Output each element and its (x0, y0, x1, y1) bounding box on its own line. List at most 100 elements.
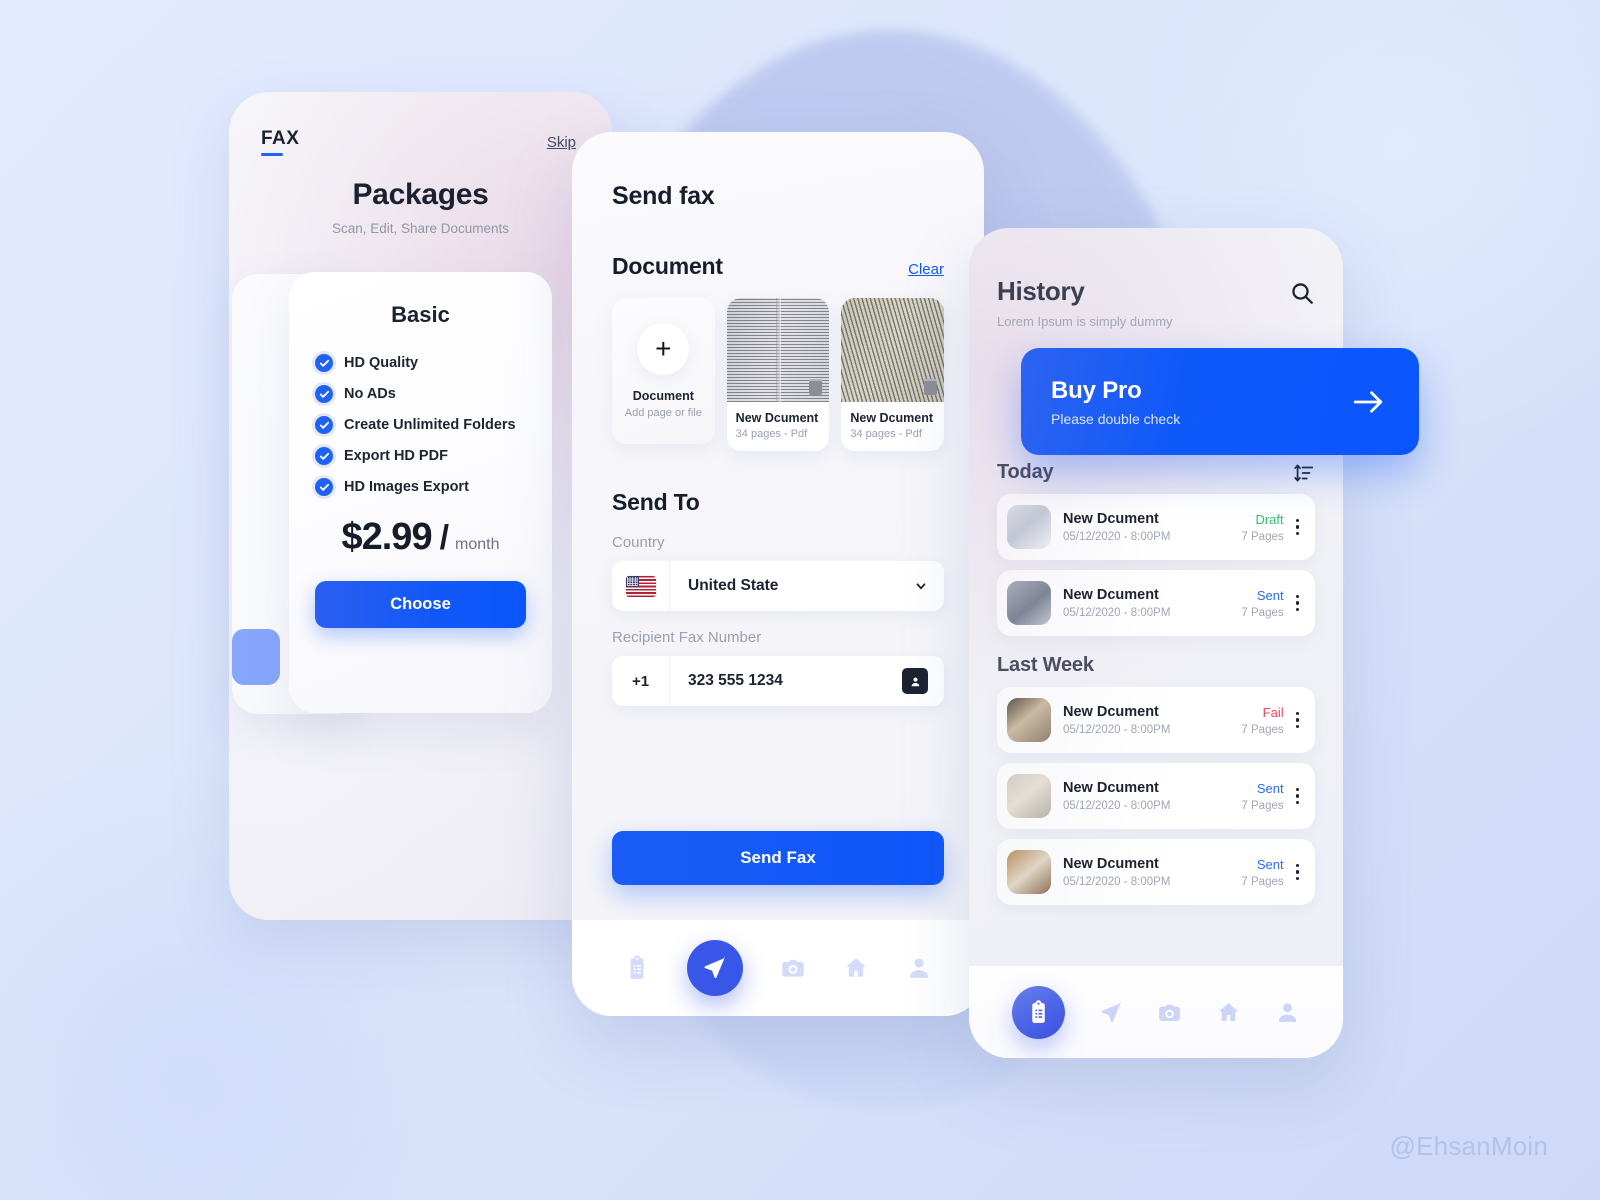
history-row[interactable]: New Dcument 05/12/2020 - 8:00PM Draft 7 … (997, 494, 1315, 560)
plan-feature-label: HD Images Export (344, 479, 469, 495)
contacts-button[interactable] (902, 656, 944, 706)
delete-badge-icon (924, 379, 938, 395)
history-row-status-block: Sent 7 Pages (1241, 588, 1283, 619)
history-row-text: New Dcument 05/12/2020 - 8:00PM (1063, 704, 1241, 736)
app-logo-underline (261, 153, 283, 156)
home-icon[interactable] (843, 955, 869, 981)
watermark: @EhsanMoin (1389, 1131, 1548, 1161)
status-badge: Sent (1256, 780, 1284, 796)
more-options-icon[interactable] (1292, 860, 1303, 884)
plan-name: Basic (391, 302, 450, 327)
document-thumbnail-icon (1007, 505, 1051, 549)
history-row[interactable]: New Dcument 05/12/2020 - 8:00PM Fail 7 P… (997, 687, 1315, 753)
history-row-status-block: Fail 7 Pages (1241, 705, 1283, 736)
add-document-tile[interactable]: + Document Add page or file (612, 298, 715, 444)
us-flag-icon (612, 561, 670, 611)
buy-pro-banner[interactable]: Buy Pro Please double check (1021, 348, 1419, 455)
history-row-date: 05/12/2020 - 8:00PM (1063, 531, 1171, 543)
history-row[interactable]: New Dcument 05/12/2020 - 8:00PM Sent 7 P… (997, 839, 1315, 905)
document-thumbnail-icon (1007, 850, 1051, 894)
send-paper-plane-icon[interactable] (687, 940, 744, 996)
plan-price-amount: $2.99 (341, 516, 432, 558)
plan-feature-row: No ADs (315, 385, 526, 403)
person-icon[interactable] (1275, 1000, 1300, 1025)
history-row-status-block: Sent 7 Pages (1241, 781, 1283, 812)
more-options-icon[interactable] (1292, 591, 1303, 615)
send-paper-plane-icon[interactable] (1099, 1000, 1124, 1025)
plan-price-slash: / (439, 519, 450, 557)
more-options-icon[interactable] (1292, 515, 1303, 539)
plan-feature-row: Export HD PDF (315, 447, 526, 465)
more-options-icon[interactable] (1292, 708, 1303, 732)
document-pages: 34 pages - Pdf (735, 428, 808, 440)
check-circle-icon (315, 478, 333, 496)
buy-pro-text: Buy Pro Please double check (1051, 377, 1180, 427)
history-title: History (997, 276, 1085, 306)
send-fax-button[interactable]: Send Fax (612, 831, 944, 885)
dial-code-label: +1 (612, 656, 670, 706)
page-title: Packages (352, 178, 489, 211)
clipboard-list-icon[interactable] (624, 955, 650, 981)
sort-icon[interactable] (1293, 462, 1315, 484)
plus-icon: + (637, 323, 690, 375)
camera-icon[interactable] (1157, 1000, 1182, 1025)
document-pages: 34 pages - Pdf (850, 428, 922, 440)
fax-number-input[interactable] (688, 672, 884, 690)
home-icon[interactable] (1216, 1000, 1241, 1025)
history-row[interactable]: New Dcument 05/12/2020 - 8:00PM Sent 7 P… (997, 570, 1315, 636)
status-badge: Sent (1256, 587, 1284, 603)
history-group-header-last-week: Last Week (997, 654, 1315, 677)
camera-icon[interactable] (780, 955, 806, 981)
search-icon[interactable] (1289, 280, 1315, 306)
document-thumbnail-icon (1007, 698, 1051, 742)
document-name: New Dcument (735, 411, 819, 425)
status-badge: Draft (1255, 511, 1284, 527)
plan-feature-label: Export HD PDF (344, 448, 448, 464)
fax-number-field[interactable]: +1 (612, 656, 944, 706)
history-row-name: New Dcument (1063, 704, 1159, 720)
add-document-title: Document (632, 389, 694, 403)
plan-card-previous-button[interactable] (232, 629, 280, 685)
send-fax-title: Send fax (612, 182, 715, 210)
document-thumbnail-image (726, 298, 830, 402)
country-select-value: United State (688, 577, 779, 594)
arrow-right-icon[interactable] (1351, 385, 1385, 419)
history-bottom-nav (969, 966, 1343, 1058)
check-circle-icon (315, 354, 333, 372)
plan-feature-list: HD Quality No ADs Create Unlimited Folde… (315, 354, 526, 496)
document-card[interactable]: New Dcument 34 pages - Pdf (726, 298, 830, 451)
clear-documents-link[interactable]: Clear (908, 261, 944, 278)
plan-feature-row: Create Unlimited Folders (315, 416, 526, 434)
person-icon[interactable] (906, 955, 932, 981)
history-group-header-today: Today (997, 461, 1315, 484)
clipboard-list-icon[interactable] (1011, 985, 1065, 1039)
choose-plan-button[interactable]: Choose (315, 581, 526, 628)
fax-number-input-wrap[interactable] (670, 656, 902, 706)
send-fax-screen: Send fax Document Clear + Document Add p… (572, 132, 984, 1016)
plan-price: $2.99 / month (315, 516, 526, 559)
more-options-icon[interactable] (1292, 784, 1303, 808)
document-card[interactable]: New Dcument 34 pages - Pdf (841, 298, 945, 451)
plan-price-period: month (455, 536, 500, 553)
history-row-pages: 7 Pages (1241, 606, 1284, 619)
history-list-last-week: New Dcument 05/12/2020 - 8:00PM Fail 7 P… (997, 687, 1315, 905)
app-logo-text: FAX (261, 128, 300, 149)
packages-header: FAX Skip Packages Scan, Edit, Share Docu… (229, 92, 612, 236)
document-thumbnail-image (841, 298, 945, 402)
delete-badge-icon (809, 379, 823, 395)
history-row-text: New Dcument 05/12/2020 - 8:00PM (1063, 511, 1241, 543)
history-row-date: 05/12/2020 - 8:00PM (1063, 800, 1171, 812)
history-row-pages: 7 Pages (1241, 530, 1284, 543)
fax-number-field-label: Recipient Fax Number (612, 629, 762, 646)
history-row-pages: 7 Pages (1241, 875, 1284, 888)
history-row-date: 05/12/2020 - 8:00PM (1063, 876, 1171, 888)
country-select[interactable]: United State (612, 561, 944, 611)
document-card-meta: New Dcument 34 pages - Pdf (727, 402, 830, 451)
history-heading-block: History Lorem Ipsum is simply dummy (997, 276, 1173, 329)
history-row[interactable]: New Dcument 05/12/2020 - 8:00PM Sent 7 P… (997, 763, 1315, 829)
history-header: History Lorem Ipsum is simply dummy (997, 276, 1315, 329)
buy-pro-title: Buy Pro (1051, 376, 1142, 404)
document-card-meta: New Dcument 34 pages - Pdf (841, 402, 944, 451)
skip-link[interactable]: Skip (547, 134, 576, 151)
chevron-down-icon[interactable] (914, 561, 944, 611)
